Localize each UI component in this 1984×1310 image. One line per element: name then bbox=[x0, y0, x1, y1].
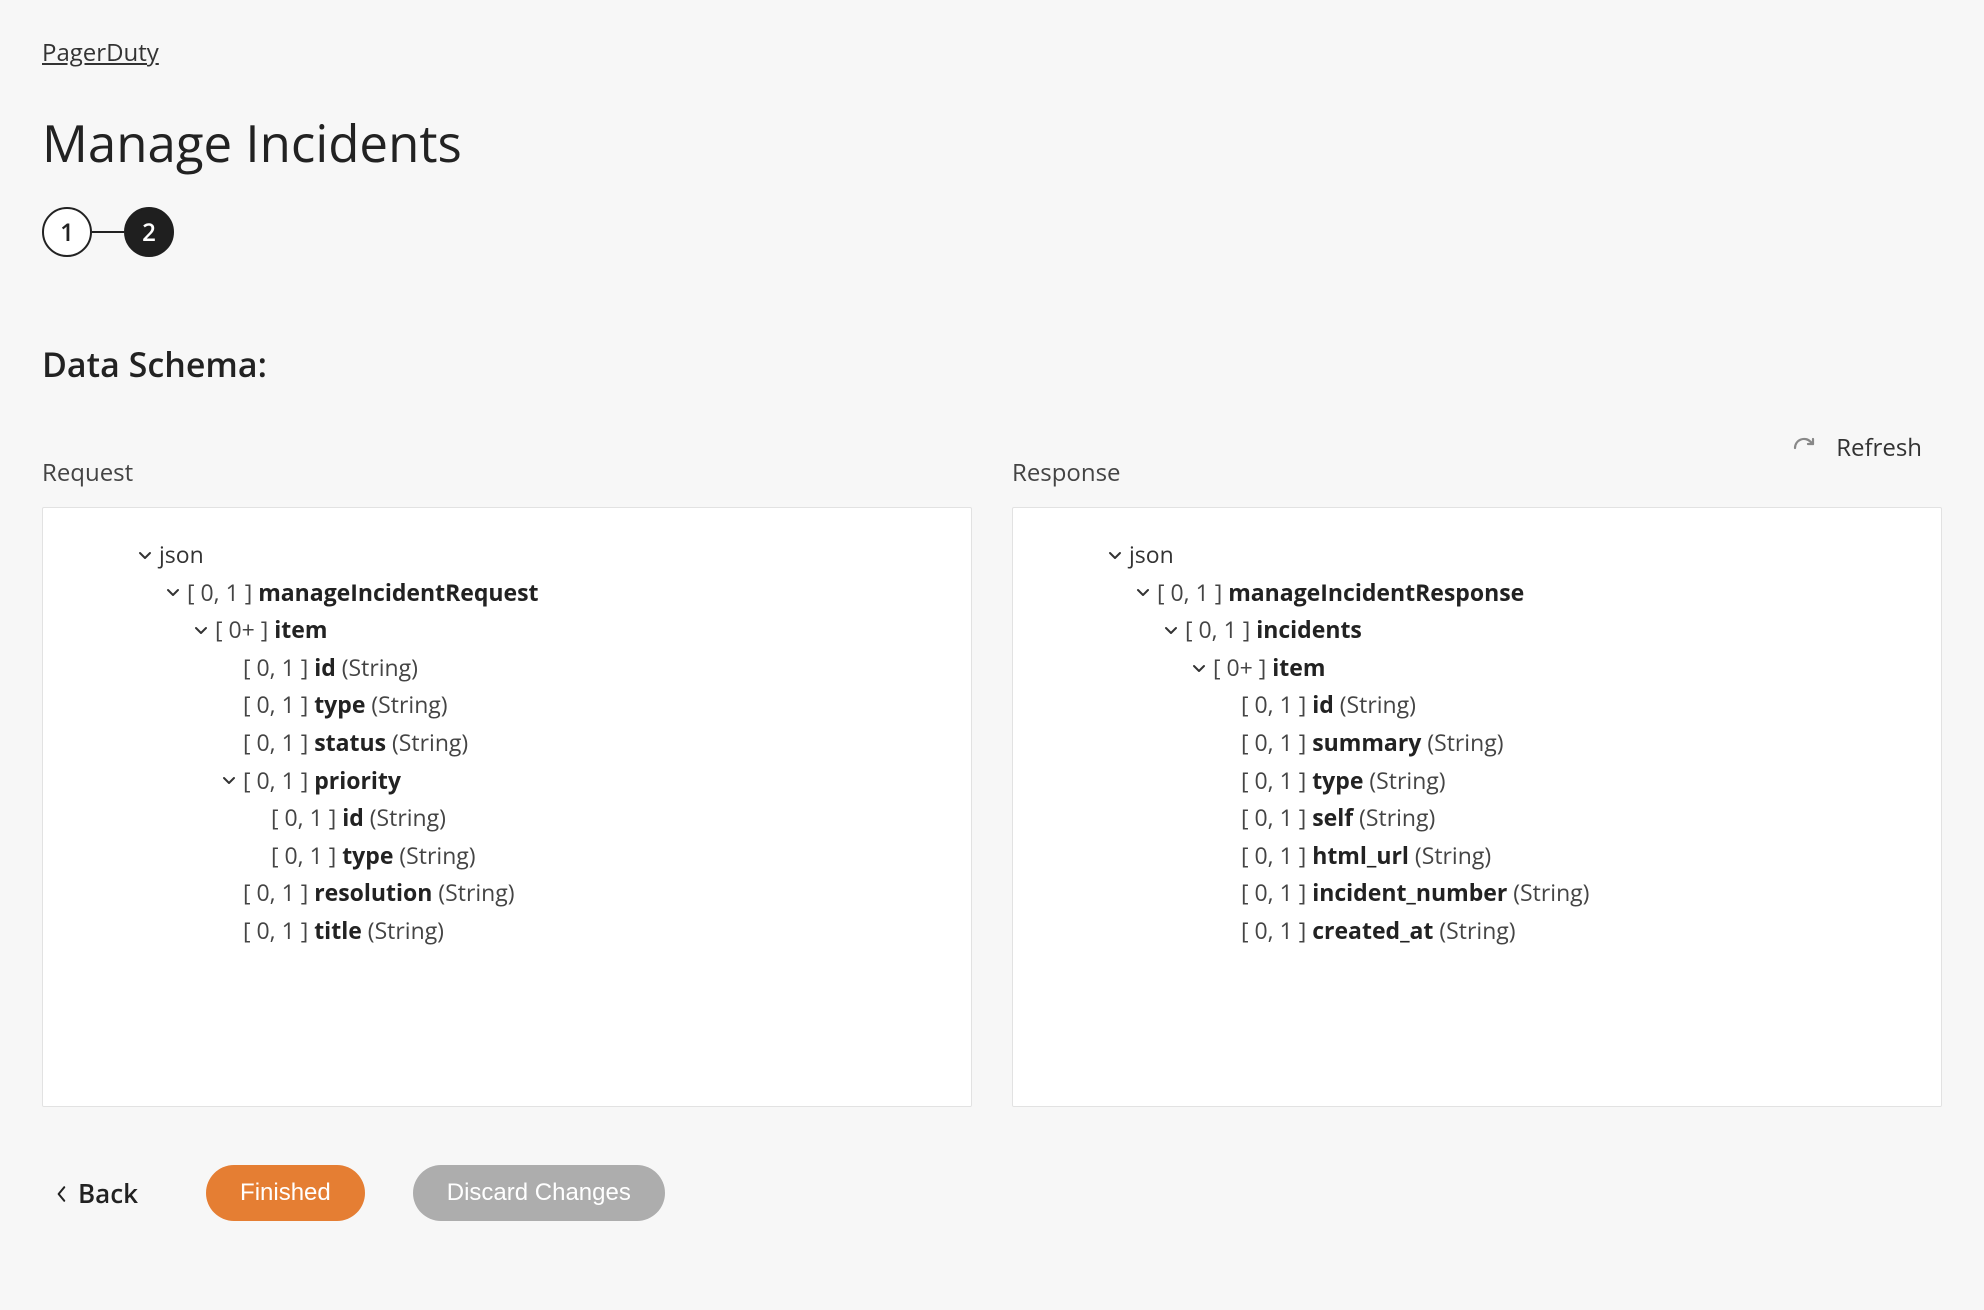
tree-node-label: [ 0, 1 ] type (String) bbox=[271, 842, 476, 870]
tree-node-label: [ 0, 1 ] type (String) bbox=[243, 691, 448, 719]
chevron-down-icon bbox=[247, 810, 267, 826]
chevron-down-icon bbox=[1217, 885, 1237, 901]
response-header: Response bbox=[1012, 456, 1942, 489]
chevron-left-icon bbox=[56, 1175, 68, 1211]
tree-node: [ 0, 1 ] id (String) bbox=[1013, 686, 1941, 724]
tree-node[interactable]: [ 0+ ] item bbox=[1013, 649, 1941, 687]
section-title: Data Schema: bbox=[42, 341, 1942, 387]
request-tree: json [ 0, 1 ] manageIncidentRequest [ 0+ ]… bbox=[43, 536, 971, 950]
tree-node: [ 0, 1 ] type (String) bbox=[43, 837, 971, 875]
tree-node-label: [ 0, 1 ] resolution (String) bbox=[243, 879, 515, 907]
tree-node: [ 0, 1 ] self (String) bbox=[1013, 799, 1941, 837]
tree-node-label: json bbox=[1129, 541, 1174, 569]
tree-node: [ 0, 1 ] status (String) bbox=[43, 724, 971, 762]
request-header: Request bbox=[42, 456, 972, 489]
tree-node: [ 0, 1 ] title (String) bbox=[43, 912, 971, 950]
tree-node-label: [ 0, 1 ] manageIncidentRequest bbox=[187, 579, 539, 607]
tree-node[interactable]: json bbox=[1013, 536, 1941, 574]
chevron-down-icon[interactable] bbox=[191, 622, 211, 638]
tree-node[interactable]: json bbox=[43, 536, 971, 574]
tree-node-label: [ 0, 1 ] priority bbox=[243, 767, 401, 795]
chevron-down-icon[interactable] bbox=[219, 772, 239, 788]
back-label: Back bbox=[78, 1175, 138, 1211]
tree-node-label: [ 0, 1 ] incidents bbox=[1185, 616, 1362, 644]
page-title: Manage Incidents bbox=[42, 107, 1942, 177]
tree-node: [ 0, 1 ] id (String) bbox=[43, 649, 971, 687]
tree-node-label: [ 0, 1 ] summary (String) bbox=[1241, 729, 1504, 757]
tree-node: [ 0, 1 ] incident_number (String) bbox=[1013, 874, 1941, 912]
tree-node[interactable]: [ 0+ ] item bbox=[43, 611, 971, 649]
tree-node-label: [ 0, 1 ] id (String) bbox=[271, 804, 446, 832]
tree-node: [ 0, 1 ] html_url (String) bbox=[1013, 837, 1941, 875]
tree-node: [ 0, 1 ] summary (String) bbox=[1013, 724, 1941, 762]
finished-button[interactable]: Finished bbox=[206, 1165, 365, 1221]
response-panel: json [ 0, 1 ] manageIncidentResponse [ 0, … bbox=[1012, 507, 1942, 1107]
tree-node-label: [ 0, 1 ] title (String) bbox=[243, 917, 444, 945]
tree-node[interactable]: [ 0, 1 ] priority bbox=[43, 762, 971, 800]
chevron-down-icon bbox=[247, 848, 267, 864]
chevron-down-icon bbox=[219, 885, 239, 901]
chevron-down-icon[interactable] bbox=[163, 584, 183, 600]
tree-node: [ 0, 1 ] type (String) bbox=[43, 686, 971, 724]
back-button[interactable]: Back bbox=[56, 1175, 138, 1211]
chevron-down-icon bbox=[1217, 772, 1237, 788]
tree-node: [ 0, 1 ] created_at (String) bbox=[1013, 912, 1941, 950]
tree-node-label: [ 0, 1 ] self (String) bbox=[1241, 804, 1435, 832]
discard-button[interactable]: Discard Changes bbox=[413, 1165, 665, 1221]
chevron-down-icon[interactable] bbox=[1105, 547, 1125, 563]
chevron-down-icon bbox=[219, 735, 239, 751]
chevron-down-icon bbox=[1217, 848, 1237, 864]
chevron-down-icon bbox=[219, 697, 239, 713]
tree-node-label: [ 0+ ] item bbox=[215, 616, 327, 644]
chevron-down-icon bbox=[1217, 735, 1237, 751]
tree-node-label: [ 0, 1 ] manageIncidentResponse bbox=[1157, 579, 1524, 607]
tree-node-label: [ 0, 1 ] id (String) bbox=[243, 654, 418, 682]
tree-node[interactable]: [ 0, 1 ] manageIncidentResponse bbox=[1013, 574, 1941, 612]
request-panel: json [ 0, 1 ] manageIncidentRequest [ 0+ ]… bbox=[42, 507, 972, 1107]
chevron-down-icon[interactable] bbox=[1133, 584, 1153, 600]
tree-node-label: [ 0, 1 ] id (String) bbox=[1241, 691, 1416, 719]
step-indicator: 1 2 bbox=[42, 207, 1942, 257]
tree-node: [ 0, 1 ] id (String) bbox=[43, 799, 971, 837]
chevron-down-icon bbox=[1217, 810, 1237, 826]
tree-node: [ 0, 1 ] type (String) bbox=[1013, 762, 1941, 800]
tree-node[interactable]: [ 0, 1 ] manageIncidentRequest bbox=[43, 574, 971, 612]
tree-node-label: [ 0, 1 ] created_at (String) bbox=[1241, 917, 1516, 945]
tree-node: [ 0, 1 ] resolution (String) bbox=[43, 874, 971, 912]
chevron-down-icon[interactable] bbox=[1189, 660, 1209, 676]
tree-node-label: json bbox=[159, 541, 204, 569]
chevron-down-icon bbox=[1217, 923, 1237, 939]
breadcrumb[interactable]: PagerDuty bbox=[42, 36, 159, 69]
tree-node-label: [ 0, 1 ] type (String) bbox=[1241, 767, 1446, 795]
chevron-down-icon bbox=[219, 660, 239, 676]
tree-node-label: [ 0+ ] item bbox=[1213, 654, 1325, 682]
chevron-down-icon bbox=[219, 923, 239, 939]
chevron-down-icon bbox=[1217, 697, 1237, 713]
response-tree: json [ 0, 1 ] manageIncidentResponse [ 0, … bbox=[1013, 536, 1941, 950]
step-connector bbox=[92, 231, 124, 233]
tree-node-label: [ 0, 1 ] status (String) bbox=[243, 729, 468, 757]
step-1[interactable]: 1 bbox=[42, 207, 92, 257]
tree-node[interactable]: [ 0, 1 ] incidents bbox=[1013, 611, 1941, 649]
tree-node-label: [ 0, 1 ] incident_number (String) bbox=[1241, 879, 1589, 907]
chevron-down-icon[interactable] bbox=[1161, 622, 1181, 638]
chevron-down-icon[interactable] bbox=[135, 547, 155, 563]
step-2[interactable]: 2 bbox=[124, 207, 174, 257]
tree-node-label: [ 0, 1 ] html_url (String) bbox=[1241, 842, 1491, 870]
